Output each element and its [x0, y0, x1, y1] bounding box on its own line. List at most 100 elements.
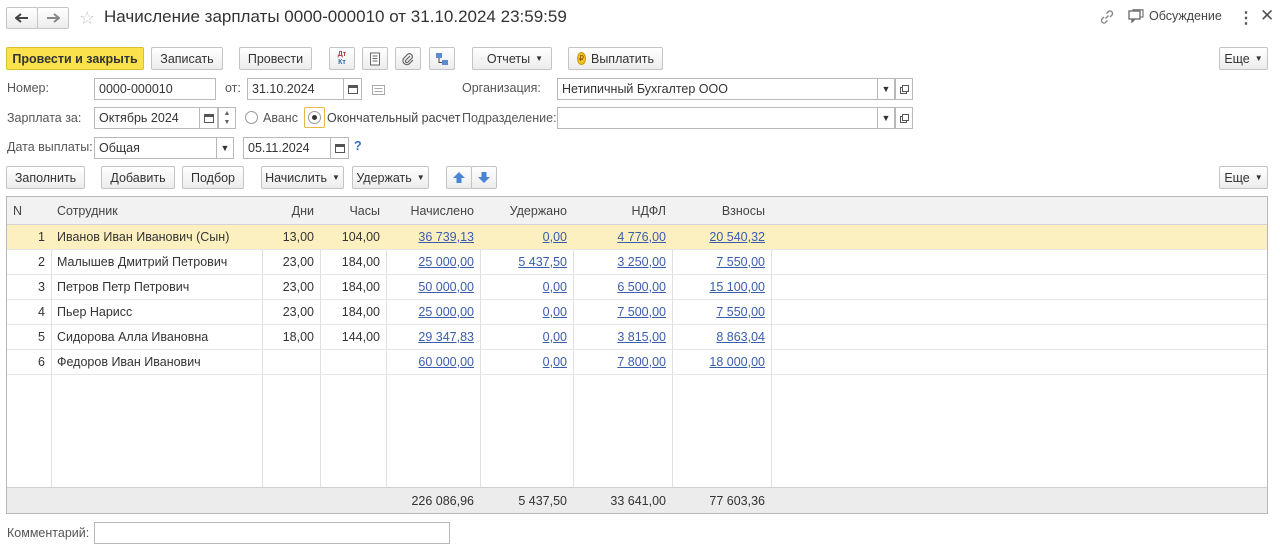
table-row[interactable]: 3 Петров Петр Петрович 23,00 184,00 50 000,0… — [7, 275, 1267, 300]
col-withheld-value[interactable]: 0,00 — [543, 280, 567, 294]
col-withheld-cell[interactable]: 0,00 — [480, 300, 573, 324]
discussion-button[interactable]: Обсуждение — [1128, 9, 1222, 23]
header-col-withheld[interactable]: Удержано — [480, 197, 573, 224]
select-button[interactable]: Подбор — [182, 166, 244, 189]
col-accrued-cell[interactable]: 36 739,13 — [386, 225, 480, 249]
date-field[interactable]: 31.10.2024 — [247, 78, 344, 100]
comment-field[interactable] — [94, 522, 450, 544]
pay-date-type-dropdown-button[interactable]: ▼ — [216, 137, 234, 159]
organization-field[interactable]: Нетипичный Бухгалтер ООО — [557, 78, 878, 100]
pay-date-calendar-button[interactable] — [331, 137, 349, 159]
col-accrued-cell[interactable]: 60 000,00 — [386, 350, 480, 374]
accrue-button[interactable]: Начислить ▼ — [261, 166, 344, 189]
advance-radio[interactable] — [245, 111, 258, 124]
favorite-star-icon[interactable]: ☆ — [79, 8, 95, 29]
save-button[interactable]: Записать — [151, 47, 223, 70]
col-ndfl-cell[interactable]: 7 500,00 — [573, 300, 672, 324]
employees-table[interactable]: N Сотрудник Дни Часы Начислено Удержано НДФЛ Вз… — [6, 196, 1268, 514]
col-contrib-cell[interactable]: 20 540,32 — [672, 225, 771, 249]
table-row[interactable]: 6 Федоров Иван Иванович 60 000,00 0,00 7 800… — [7, 350, 1267, 375]
close-icon[interactable]: ✕ — [1260, 6, 1274, 26]
col-accrued-value[interactable]: 25 000,00 — [418, 255, 474, 269]
move-up-button[interactable] — [446, 166, 472, 189]
period-spin-button[interactable]: ▲ ▼ — [218, 107, 236, 129]
col-contrib-cell[interactable]: 15 100,00 — [672, 275, 771, 299]
more-menu-icon[interactable]: ⋮ — [1238, 8, 1254, 28]
col-accrued-value[interactable]: 50 000,00 — [418, 280, 474, 294]
col-ndfl-value[interactable]: 7 500,00 — [617, 305, 666, 319]
col-withheld-cell[interactable]: 0,00 — [480, 325, 573, 349]
header-col-hours[interactable]: Часы — [320, 197, 386, 224]
attach-button[interactable] — [395, 47, 421, 70]
col-ndfl-cell[interactable]: 3 250,00 — [573, 250, 672, 274]
header-col-days[interactable]: Дни — [262, 197, 320, 224]
col-accrued-cell[interactable]: 50 000,00 — [386, 275, 480, 299]
col-withheld-value[interactable]: 0,00 — [543, 305, 567, 319]
table-more-button[interactable]: Еще ▼ — [1219, 166, 1268, 189]
calendar-button[interactable] — [344, 78, 362, 100]
pay-date-type-select[interactable]: Общая — [94, 137, 217, 159]
col-accrued-value[interactable]: 25 000,00 — [418, 305, 474, 319]
col-ndfl-value[interactable]: 3 815,00 — [617, 330, 666, 344]
col-ndfl-cell[interactable]: 3 815,00 — [573, 325, 672, 349]
col-ndfl-cell[interactable]: 4 776,00 — [573, 225, 672, 249]
withhold-button[interactable]: Удержать ▼ — [352, 166, 429, 189]
division-open-button[interactable] — [895, 107, 913, 129]
col-withheld-value[interactable]: 0,00 — [543, 230, 567, 244]
organization-dropdown-button[interactable]: ▼ — [877, 78, 895, 100]
post-and-close-button[interactable]: Провести и закрыть — [6, 47, 144, 70]
col-accrued-cell[interactable]: 29 347,83 — [386, 325, 480, 349]
link-icon[interactable] — [1099, 9, 1115, 28]
forward-button[interactable] — [37, 7, 69, 29]
col-contrib-cell[interactable]: 8 863,04 — [672, 325, 771, 349]
period-calendar-button[interactable] — [200, 107, 218, 129]
salary-period-field[interactable]: Октябрь 2024 — [94, 107, 200, 129]
table-row[interactable]: 1 Иванов Иван Иванович (Сын) 13,00 104,00 36… — [7, 225, 1267, 250]
col-accrued-value[interactable]: 29 347,83 — [418, 330, 474, 344]
col-accrued-cell[interactable]: 25 000,00 — [386, 300, 480, 324]
header-col-employee[interactable]: Сотрудник — [51, 197, 262, 224]
col-ndfl-value[interactable]: 6 500,00 — [617, 280, 666, 294]
division-dropdown-button[interactable]: ▼ — [877, 107, 895, 129]
col-ndfl-value[interactable]: 4 776,00 — [617, 230, 666, 244]
document-button[interactable] — [362, 47, 388, 70]
col-accrued-value[interactable]: 60 000,00 — [418, 355, 474, 369]
col-withheld-cell[interactable]: 0,00 — [480, 275, 573, 299]
table-row[interactable]: 4 Пьер Нарисс 23,00 184,00 25 000,00 0,00 7 50… — [7, 300, 1267, 325]
fill-button[interactable]: Заполнить — [6, 166, 85, 189]
back-button[interactable] — [6, 7, 38, 29]
col-withheld-cell[interactable]: 0,00 — [480, 350, 573, 374]
header-col-n[interactable]: N — [7, 197, 51, 224]
col-withheld-value[interactable]: 0,00 — [543, 330, 567, 344]
col-contrib-value[interactable]: 7 550,00 — [716, 305, 765, 319]
pay-date-field[interactable]: 05.11.2024 — [243, 137, 331, 159]
number-field[interactable]: 0000-000010 — [94, 78, 216, 100]
col-contrib-value[interactable]: 7 550,00 — [716, 255, 765, 269]
organization-open-button[interactable] — [895, 78, 913, 100]
col-ndfl-cell[interactable]: 6 500,00 — [573, 275, 672, 299]
col-ndfl-value[interactable]: 3 250,00 — [617, 255, 666, 269]
col-contrib-cell[interactable]: 7 550,00 — [672, 300, 771, 324]
reports-button[interactable]: Отчеты ▼ — [472, 47, 552, 70]
col-contrib-cell[interactable]: 18 000,00 — [672, 350, 771, 374]
table-row[interactable]: 5 Сидорова Алла Ивановна 18,00 144,00 29 347… — [7, 325, 1267, 350]
col-ndfl-cell[interactable]: 7 800,00 — [573, 350, 672, 374]
col-withheld-cell[interactable]: 0,00 — [480, 225, 573, 249]
structure-button[interactable] — [429, 47, 455, 70]
col-ndfl-value[interactable]: 7 800,00 — [617, 355, 666, 369]
col-contrib-value[interactable]: 20 540,32 — [709, 230, 765, 244]
col-contrib-value[interactable]: 18 000,00 — [709, 355, 765, 369]
col-contrib-value[interactable]: 15 100,00 — [709, 280, 765, 294]
post-button[interactable]: Провести — [239, 47, 312, 70]
col-withheld-value[interactable]: 0,00 — [543, 355, 567, 369]
final-calc-radio[interactable] — [308, 111, 321, 124]
pay-button[interactable]: ₽ Выплатить — [568, 47, 663, 70]
col-accrued-cell[interactable]: 25 000,00 — [386, 250, 480, 274]
dtkt-button[interactable]: Дт Кт — [329, 47, 355, 70]
col-accrued-value[interactable]: 36 739,13 — [418, 230, 474, 244]
more-button[interactable]: Еще ▼ — [1219, 47, 1268, 70]
memo-icon[interactable] — [372, 84, 385, 98]
header-col-contrib[interactable]: Взносы — [672, 197, 771, 224]
add-button[interactable]: Добавить — [101, 166, 175, 189]
col-contrib-cell[interactable]: 7 550,00 — [672, 250, 771, 274]
